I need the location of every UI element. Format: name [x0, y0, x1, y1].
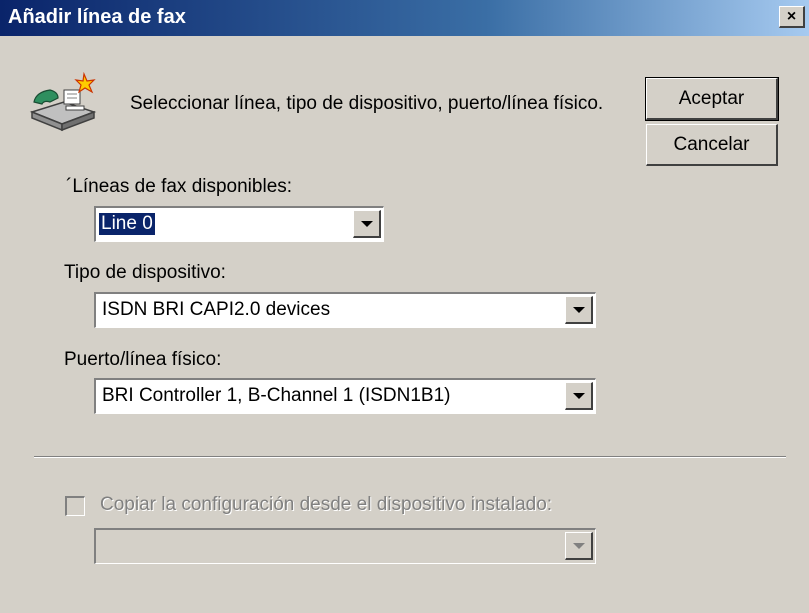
chevron-down-icon: [360, 220, 373, 227]
title-bar: Añadir línea de fax ×: [0, 0, 809, 36]
dropdown-button[interactable]: [565, 382, 593, 410]
port-label: Puerto/línea físico:: [64, 349, 222, 370]
device-type-value: ISDN BRI CAPI2.0 devices: [102, 299, 331, 320]
cancel-button[interactable]: Cancelar: [646, 124, 778, 166]
port-dropdown[interactable]: BRI Controller 1, B-Channel 1 (ISDN1B1): [94, 378, 596, 414]
close-button[interactable]: ×: [779, 6, 805, 28]
port-value: BRI Controller 1, B-Channel 1 (ISDN1B1): [102, 385, 451, 406]
available-lines-dropdown[interactable]: Line 0: [94, 206, 384, 242]
fax-machine-icon: [29, 72, 97, 132]
available-lines-label: ´Líneas de fax disponibles:: [66, 176, 293, 197]
window-title: Añadir línea de fax: [8, 6, 186, 28]
device-type-dropdown[interactable]: ISDN BRI CAPI2.0 devices: [94, 292, 596, 328]
dropdown-button[interactable]: [565, 296, 593, 324]
copy-settings-checkbox[interactable]: [65, 496, 85, 516]
installed-device-dropdown[interactable]: [94, 528, 596, 564]
chevron-down-icon: [572, 392, 585, 399]
dropdown-button[interactable]: [353, 210, 381, 238]
dropdown-button[interactable]: [565, 532, 593, 560]
available-lines-value: Line 0: [99, 213, 155, 235]
ok-button[interactable]: Aceptar: [645, 77, 779, 121]
close-icon: ×: [786, 7, 797, 25]
device-type-label: Tipo de dispositivo:: [64, 262, 226, 283]
chevron-down-icon: [572, 306, 585, 313]
separator: [34, 456, 786, 458]
dialog-description: Seleccionar línea, tipo de dispositivo, …: [130, 93, 604, 114]
copy-settings-label: Copiar la configuración desde el disposi…: [100, 494, 553, 515]
chevron-down-icon: [572, 542, 585, 549]
